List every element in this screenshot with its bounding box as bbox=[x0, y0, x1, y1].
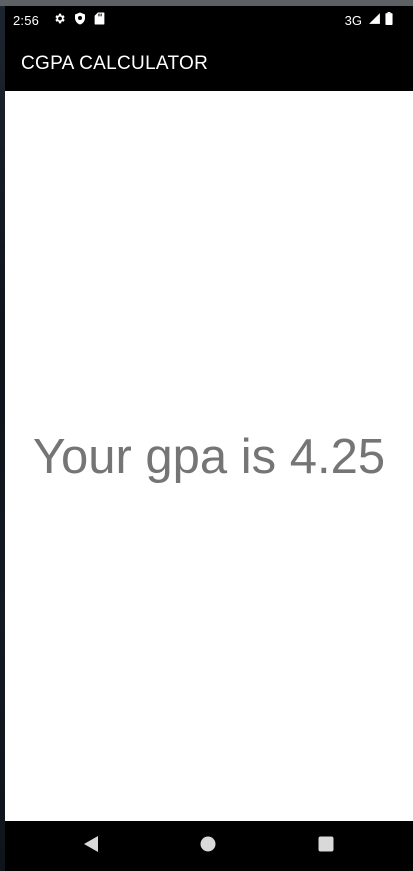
status-bar: 2:56 3G bbox=[5, 6, 413, 36]
network-type: 3G bbox=[344, 12, 362, 28]
phone-screen: 2:56 3G CGPA CALCULATOR Your gpa is 4.25 bbox=[0, 0, 413, 871]
app-title: CGPA CALCULATOR bbox=[21, 53, 209, 74]
main-content: Your gpa is 4.25 bbox=[5, 91, 413, 821]
shield-icon bbox=[74, 12, 86, 28]
signal-icon bbox=[368, 12, 381, 28]
status-time: 2:56 bbox=[13, 13, 40, 28]
back-button[interactable] bbox=[78, 833, 104, 859]
home-button[interactable] bbox=[195, 833, 221, 859]
settings-icon bbox=[53, 12, 66, 28]
sd-card-icon bbox=[94, 12, 105, 28]
status-system-icons: 3G bbox=[345, 12, 393, 28]
home-icon bbox=[200, 836, 216, 857]
recents-icon bbox=[318, 836, 334, 857]
status-notification-icons bbox=[53, 12, 105, 28]
battery-icon bbox=[385, 12, 393, 28]
gpa-result-text: Your gpa is 4.25 bbox=[32, 430, 386, 484]
recents-button[interactable] bbox=[313, 833, 339, 859]
app-bar: CGPA CALCULATOR bbox=[5, 36, 413, 91]
back-icon bbox=[83, 835, 99, 857]
navigation-bar bbox=[5, 821, 413, 871]
